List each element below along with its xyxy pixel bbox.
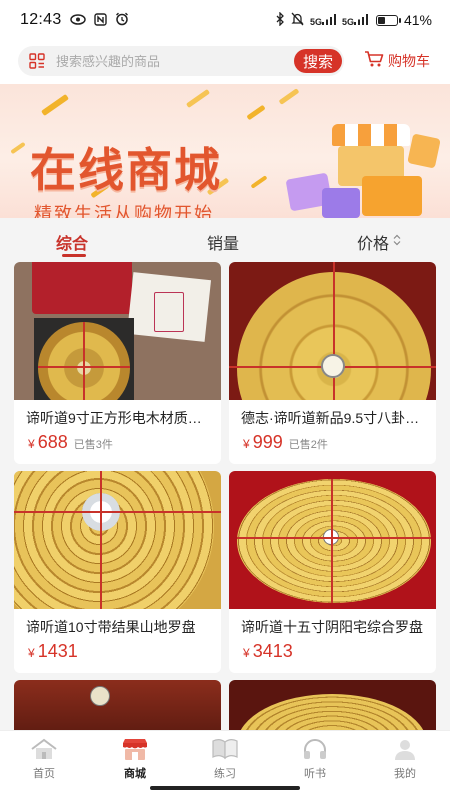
product-image: [14, 471, 221, 609]
home-icon: [14, 737, 74, 761]
product-image: [229, 262, 436, 400]
product-image: [229, 471, 436, 609]
search-bar[interactable]: 搜索: [18, 46, 344, 76]
home-indicator: [150, 786, 300, 790]
battery-icon: [375, 14, 401, 26]
product-title: 谛听道十五寸阴阳宅综合罗盘: [241, 619, 423, 635]
product-card[interactable]: 谛听道10寸带结果山地罗盘 ¥ 1431: [14, 471, 221, 673]
profile-icon: [375, 737, 435, 761]
sort-tab-comprehensive[interactable]: 综合: [56, 230, 88, 254]
sort-up-down-icon: [393, 233, 401, 251]
nav-label-practice: 练习: [214, 768, 236, 780]
status-time: 12:43: [20, 11, 62, 28]
signal-icon-2: 5G: [342, 13, 368, 27]
product-title: 谛听道10寸带结果山地罗盘: [26, 619, 196, 635]
currency-symbol: ¥: [28, 437, 35, 451]
nav-label-shop: 商城: [124, 768, 146, 780]
shop-icon: [105, 737, 165, 761]
nav-item-profile[interactable]: 我的: [375, 737, 435, 781]
sort-tab-sales[interactable]: 销量: [207, 230, 239, 254]
nav-item-home[interactable]: 首页: [14, 737, 74, 781]
nav-label-home: 首页: [33, 768, 55, 780]
product-price: ¥ 1431: [28, 641, 78, 662]
search-input[interactable]: [56, 53, 284, 69]
product-price: ¥ 999 已售2件: [243, 432, 328, 453]
nav-item-shop[interactable]: 商城: [105, 737, 165, 781]
price-value: 999: [252, 432, 283, 452]
nav-label-audiobook: 听书: [304, 768, 326, 780]
product-image: [14, 262, 221, 400]
currency-symbol: ¥: [243, 646, 250, 660]
product-card[interactable]: 谛听道十五寸阴阳宅综合罗盘 ¥ 3413: [229, 471, 436, 673]
bluetooth-icon: [276, 11, 285, 28]
confetti-decoration: [10, 141, 26, 155]
product-price: ¥ 688 已售3件: [28, 432, 113, 453]
product-image: [14, 680, 221, 730]
cart-icon: [364, 50, 384, 71]
search-header: 搜索 购物车: [0, 40, 450, 84]
price-value: 688: [37, 432, 68, 452]
sold-count: 已售3件: [73, 439, 113, 451]
confetti-decoration: [278, 88, 300, 105]
active-tab-indicator: [62, 254, 86, 257]
confetti-decoration: [250, 175, 268, 189]
book-icon: [195, 737, 255, 761]
price-value: 3413: [252, 641, 293, 661]
sort-tab-price-label: 价格: [357, 236, 390, 253]
headphones-icon: [285, 737, 345, 761]
status-bar: 12:43 5G 5G 41%: [0, 0, 450, 40]
product-image: [229, 680, 436, 730]
banner-title: 在线商城: [30, 143, 222, 197]
banner-subtitle: 精致生活从购物开始: [34, 204, 214, 218]
product-grid: 谛听道9寸正方形电木材质综合盘 ¥ 688 已售3件 德志·谛听道新品9.5寸八…: [0, 262, 450, 730]
battery-percent: 41%: [403, 12, 432, 28]
sort-bar: 综合 销量 价格: [0, 220, 450, 262]
category-grid-icon[interactable]: [18, 53, 56, 69]
nfc-icon: [93, 12, 107, 28]
sort-tab-price[interactable]: 价格: [357, 230, 401, 254]
product-price: ¥ 3413: [243, 641, 293, 662]
search-button[interactable]: 搜索: [294, 49, 342, 73]
promo-banner[interactable]: 在线商城 精致生活从购物开始: [0, 84, 450, 218]
confetti-decoration: [40, 93, 70, 117]
eye-icon: [69, 13, 86, 27]
confetti-decoration: [185, 88, 211, 109]
currency-symbol: ¥: [243, 437, 250, 451]
confetti-decoration: [246, 104, 266, 121]
nav-item-practice[interactable]: 练习: [195, 737, 255, 781]
product-card[interactable]: 谛听道9寸正方形电木材质综合盘 ¥ 688 已售3件: [14, 262, 221, 464]
cart-button[interactable]: 购物车: [364, 50, 430, 71]
product-title: 德志·谛听道新品9.5寸八卦罗盘: [241, 410, 427, 426]
cart-label: 购物车: [388, 52, 430, 69]
alarm-icon: [115, 12, 129, 28]
nav-label-profile: 我的: [394, 768, 416, 780]
sold-count: 已售2件: [288, 439, 328, 451]
price-value: 1431: [37, 641, 78, 661]
product-card[interactable]: [14, 680, 221, 730]
product-card[interactable]: [229, 680, 436, 730]
product-card[interactable]: 德志·谛听道新品9.5寸八卦罗盘 ¥ 999 已售2件: [229, 262, 436, 464]
currency-symbol: ¥: [28, 646, 35, 660]
nav-item-audiobook[interactable]: 听书: [285, 737, 345, 781]
signal-icon-1: 5G: [310, 13, 336, 27]
mute-bell-icon: [291, 12, 304, 28]
product-title: 谛听道9寸正方形电木材质综合盘: [26, 410, 212, 426]
